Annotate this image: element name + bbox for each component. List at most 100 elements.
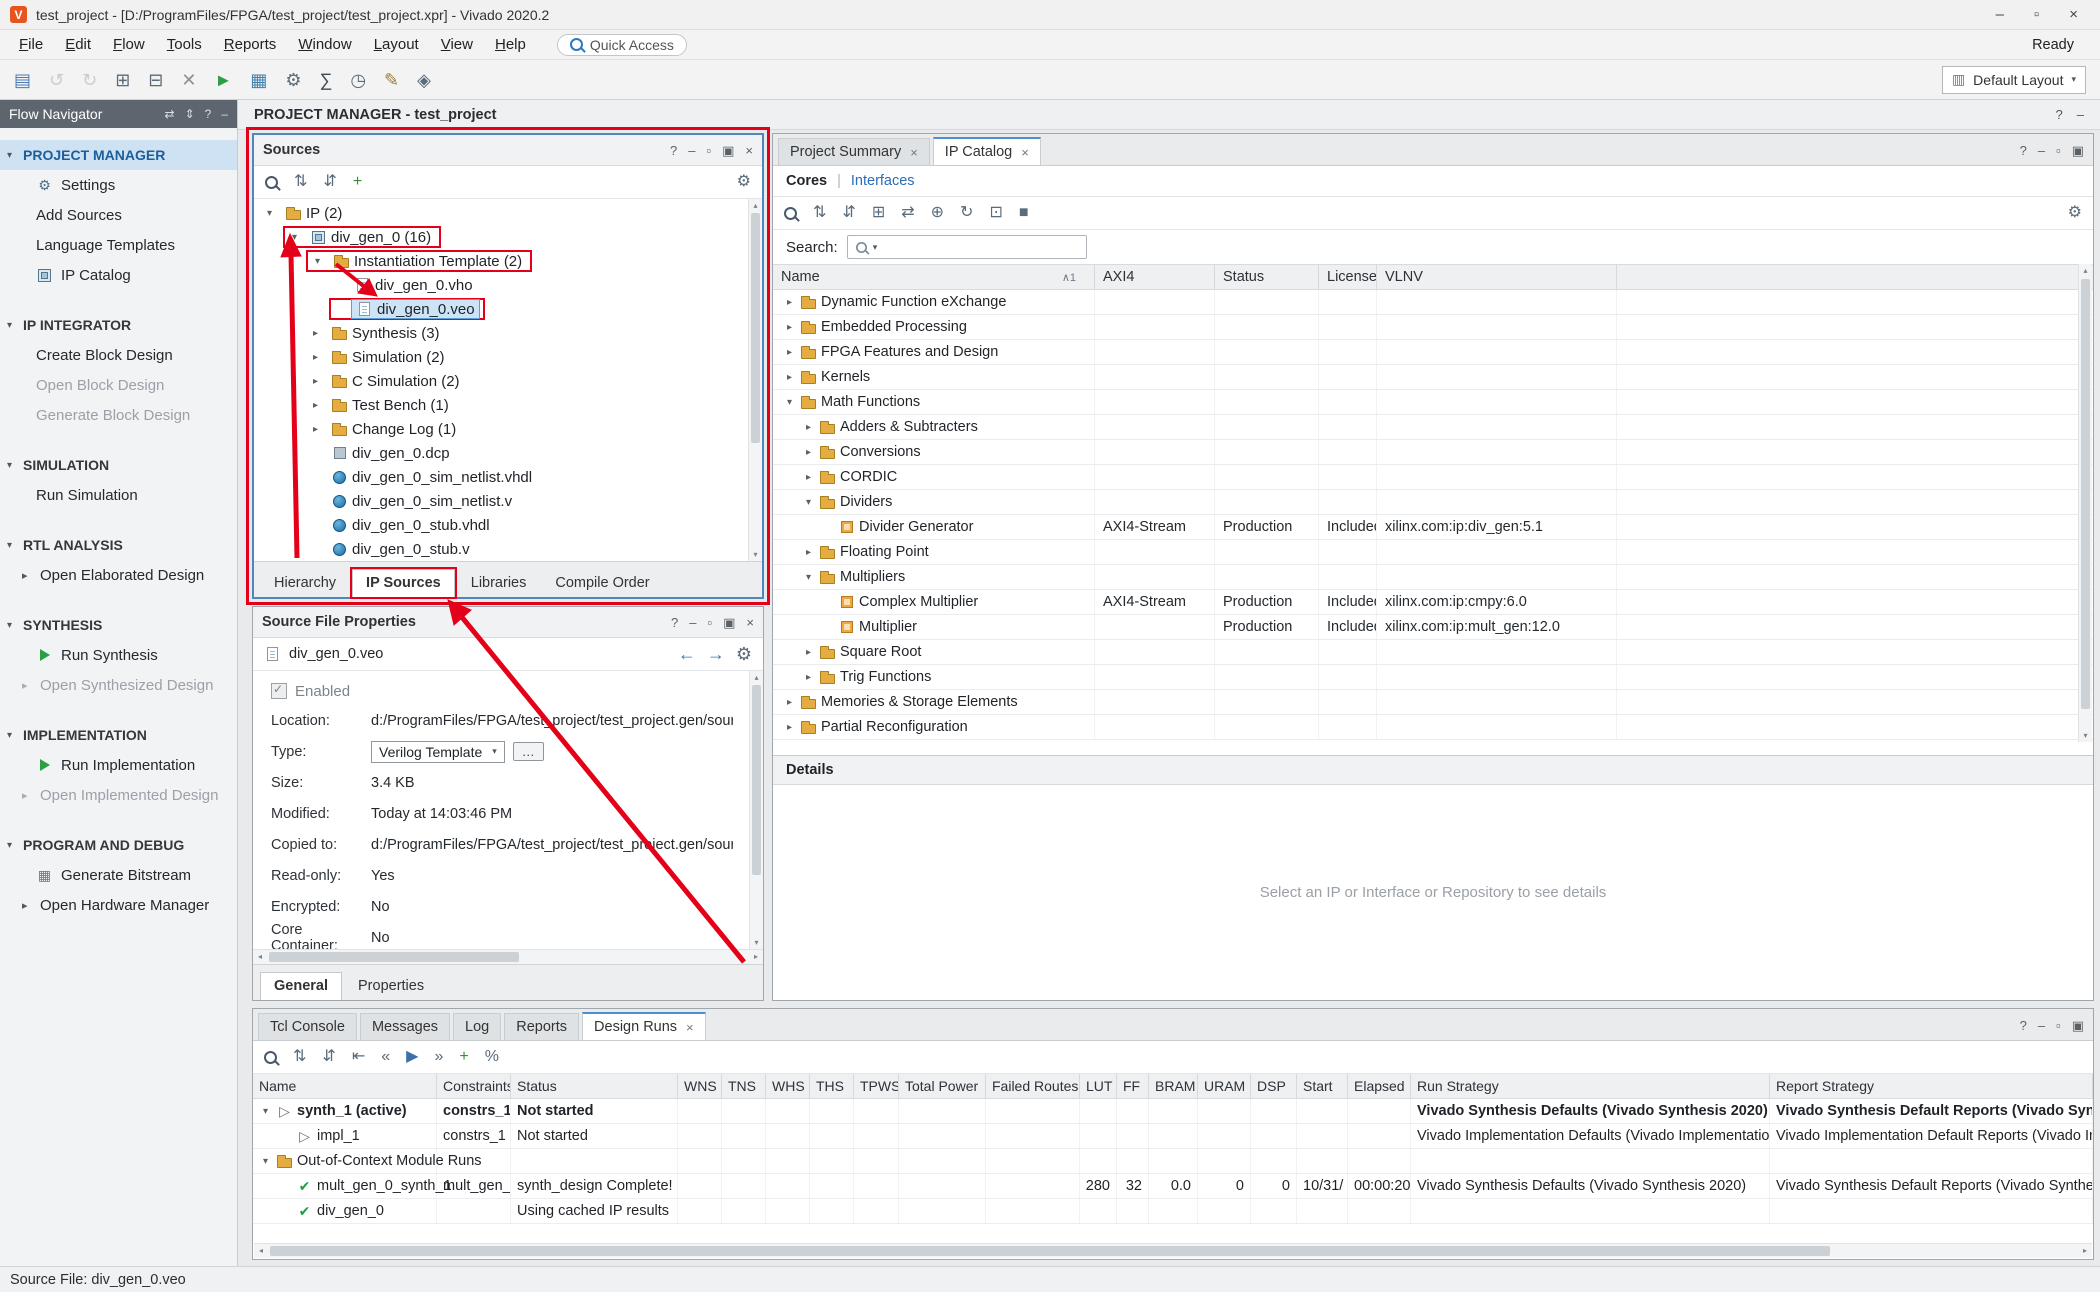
close-icon[interactable]: ×	[745, 144, 753, 157]
float-icon[interactable]: ▣	[723, 616, 735, 629]
tab-libraries[interactable]: Libraries	[458, 570, 540, 597]
tree-item[interactable]: div_gen_0.vho	[254, 273, 748, 297]
tree-item[interactable]: div_gen_0_stub.vhdl	[254, 513, 748, 537]
flow-section-program-and-debug[interactable]: ▾PROGRAM AND DEBUG	[0, 830, 237, 860]
ip-catalog-row[interactable]: ▸FPGA Features and Design	[773, 340, 2093, 365]
ip-catalog-row[interactable]: ▸Conversions	[773, 440, 2093, 465]
expand-arrow-icon[interactable]: ▸	[783, 347, 796, 358]
float-icon[interactable]: ▣	[2072, 1019, 2084, 1032]
help-icon[interactable]: ?	[671, 616, 678, 629]
menu-reports[interactable]: Reports	[213, 33, 288, 56]
settings-icon[interactable]: ⚙	[737, 174, 751, 190]
expand-arrow-icon[interactable]: ▸	[802, 647, 815, 658]
expand-arrow-icon[interactable]: ▾	[259, 1106, 272, 1117]
expand-arrow-icon[interactable]: ▸	[783, 322, 796, 333]
window-maximize-icon[interactable]: ▫	[2034, 6, 2039, 23]
help-icon[interactable]: ?	[2020, 1019, 2027, 1032]
flow-item-settings[interactable]: ⚙Settings	[0, 170, 237, 200]
close-icon[interactable]: ×	[746, 616, 754, 629]
tab-project-summary[interactable]: Project Summary×	[778, 138, 930, 165]
minimize-icon[interactable]: –	[689, 616, 696, 629]
scroll-up-icon[interactable]: ▴	[749, 199, 762, 212]
search-icon[interactable]	[264, 1051, 277, 1064]
tab-general[interactable]: General	[260, 972, 342, 1000]
expand-arrow-icon[interactable]: ▸	[802, 547, 815, 558]
column-header-name[interactable]: Name	[253, 1074, 437, 1098]
column-header-ff[interactable]: FF	[1117, 1074, 1149, 1098]
maximize-icon[interactable]: ▫	[707, 144, 712, 157]
ip-catalog-row[interactable]: ▸Floating Point	[773, 540, 2093, 565]
expand-all-icon[interactable]: ⇵	[842, 205, 855, 221]
expand-arrow-icon[interactable]: ▾	[802, 497, 815, 508]
search-icon[interactable]	[784, 207, 797, 220]
menu-view[interactable]: View	[430, 33, 484, 56]
minimize-icon[interactable]: –	[221, 107, 228, 121]
flow-item-open-elaborated-design[interactable]: ▸Open Elaborated Design	[0, 560, 237, 590]
expand-arrow-icon[interactable]: ▸	[783, 722, 796, 733]
tree-item[interactable]: div_gen_0_stub.v	[254, 537, 748, 561]
expand-arrow-icon[interactable]: ▸	[802, 447, 815, 458]
flow-item-generate-bitstream[interactable]: ▦Generate Bitstream	[0, 860, 237, 890]
design-run-row[interactable]: ▾Out-of-Context Module Runs	[253, 1149, 2093, 1174]
expand-arrow-icon[interactable]: ▸	[309, 376, 322, 387]
search-icon[interactable]	[265, 176, 278, 189]
flow-item-ip-catalog[interactable]: IP Catalog	[0, 260, 237, 290]
scrollbar-thumb[interactable]	[2081, 279, 2090, 709]
ip-catalog-row[interactable]: ▸Trig Functions	[773, 665, 2093, 690]
design-run-row[interactable]: ▷impl_1constrs_1Not startedVivado Implem…	[253, 1124, 2093, 1149]
flow-item-open-hardware-manager[interactable]: ▸Open Hardware Manager	[0, 890, 237, 920]
tab-ip-catalog[interactable]: IP Catalog×	[933, 137, 1041, 165]
tab-messages[interactable]: Messages	[360, 1013, 450, 1040]
help-icon[interactable]: ?	[2056, 107, 2063, 122]
tab-design-runs[interactable]: Design Runs×	[582, 1012, 706, 1040]
expand-arrow-icon[interactable]: ▸	[783, 372, 796, 383]
ip-catalog-row[interactable]: MultiplierProductionIncludedxilinx.com:i…	[773, 615, 2093, 640]
expand-arrow-icon[interactable]: ▾	[311, 256, 324, 267]
collapse-all-icon[interactable]: ⇅	[813, 205, 826, 221]
type-dropdown[interactable]: Verilog Template▾	[371, 741, 505, 763]
more-button[interactable]: …	[513, 742, 544, 761]
sources-panel-header[interactable]: Sources ?–▫▣×	[254, 135, 762, 166]
window-close-icon[interactable]: ×	[2069, 6, 2078, 23]
expand-arrow-icon[interactable]: ▾	[263, 208, 276, 219]
scroll-down-icon[interactable]: ▾	[2079, 729, 2092, 742]
taxonomy-view-icon[interactable]: ⇄	[901, 205, 914, 221]
ip-catalog-row[interactable]: ▾Multipliers	[773, 565, 2093, 590]
minimize-icon[interactable]: –	[2038, 1019, 2045, 1032]
expand-arrow-icon[interactable]: ▾	[288, 232, 301, 243]
column-header-run-strategy[interactable]: Run Strategy	[1411, 1074, 1770, 1098]
scrollbar-thumb[interactable]	[269, 952, 519, 962]
flow-item-run-simulation[interactable]: Run Simulation	[0, 480, 237, 510]
design-run-row[interactable]: ✔mult_gen_0_synth_1mult_gen_0synth_desig…	[253, 1174, 2093, 1199]
delete-button[interactable]: ✕	[181, 71, 196, 89]
forward-icon[interactable]: →	[707, 645, 725, 663]
tree-item[interactable]: ▸C Simulation (2)	[254, 369, 748, 393]
create-run-icon[interactable]: +	[459, 1049, 468, 1065]
tree-item[interactable]: ▾div_gen_0 (16)	[254, 225, 748, 249]
maximize-icon[interactable]: ▫	[708, 616, 713, 629]
quick-access-search[interactable]: Quick Access	[557, 34, 687, 56]
expand-arrow-icon[interactable]: ▸	[783, 697, 796, 708]
expand-arrow-icon[interactable]: ▾	[802, 572, 815, 583]
float-icon[interactable]: ▣	[722, 144, 734, 157]
ip-catalog-scrollbar[interactable]: ▴ ▾	[2078, 264, 2092, 742]
back-icon[interactable]: ←	[678, 645, 696, 663]
column-header-bram[interactable]: BRAM	[1149, 1074, 1198, 1098]
flow-section-project-manager[interactable]: ▾PROJECT MANAGER	[0, 140, 237, 170]
flow-item-run-synthesis[interactable]: Run Synthesis	[0, 640, 237, 670]
timing-button[interactable]: ◷	[350, 71, 366, 89]
ip-catalog-row[interactable]: ▾Dividers	[773, 490, 2093, 515]
play-icon[interactable]: ▶	[406, 1049, 418, 1065]
enabled-checkbox[interactable]	[271, 683, 287, 699]
settings-button[interactable]: ⚙	[285, 71, 301, 89]
column-header-axi4[interactable]: AXI4	[1095, 265, 1215, 289]
details-header[interactable]: Details	[773, 755, 2093, 785]
scroll-up-icon[interactable]: ▴	[750, 671, 763, 684]
tree-item[interactable]: div_gen_0_sim_netlist.v	[254, 489, 748, 513]
menu-layout[interactable]: Layout	[363, 33, 430, 56]
column-header-name[interactable]: Name∧1	[773, 265, 1095, 289]
scroll-right-icon[interactable]: ▸	[2078, 1244, 2092, 1258]
settings-icon[interactable]: ⚙	[2068, 205, 2082, 221]
menu-edit[interactable]: Edit	[54, 33, 102, 56]
run-button[interactable]: ►	[214, 71, 232, 89]
